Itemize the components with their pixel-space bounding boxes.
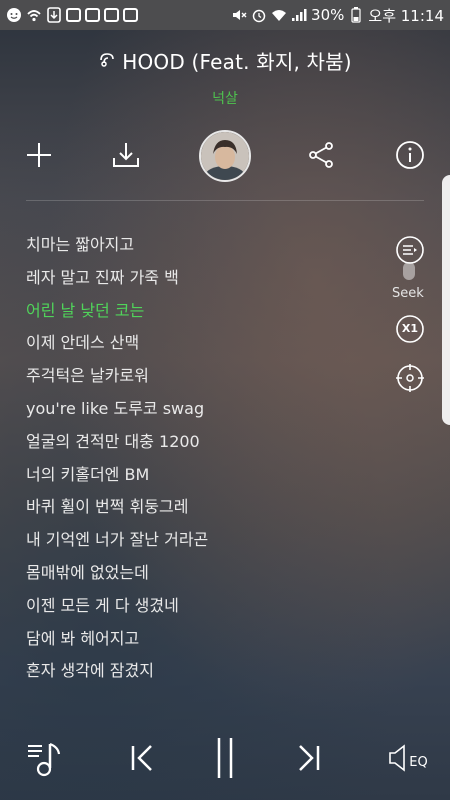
lyric-line-current[interactable]: 어린 날 낮던 코는 — [26, 298, 386, 331]
equalizer-button[interactable]: EQ — [384, 730, 432, 790]
seek-label: Seek — [392, 286, 424, 301]
lyric-line[interactable]: 얼굴의 견적만 대충 1200 — [26, 429, 386, 462]
lyric-line[interactable]: 몸매밖에 없었는데 — [26, 560, 386, 593]
playlist-music-icon — [25, 738, 63, 782]
add-icon — [25, 141, 53, 173]
baby-face-icon — [6, 7, 22, 23]
speed-button[interactable]: X1 — [394, 313, 426, 345]
artist-avatar[interactable] — [199, 130, 251, 182]
header-divider — [26, 200, 424, 201]
download-notify-icon — [46, 7, 62, 23]
music-note-icon — [98, 49, 116, 73]
lyric-line[interactable]: 치마는 짧아지고 — [26, 232, 386, 265]
speed-label: X1 — [401, 322, 419, 335]
mute-icon — [231, 7, 247, 23]
share-icon — [307, 141, 335, 173]
lyric-line[interactable]: 혼자 생각에 잠겼지 — [26, 658, 386, 691]
lyric-line[interactable]: 담에 봐 헤어지고 — [26, 626, 386, 659]
pause-button[interactable] — [203, 730, 247, 790]
playback-controls: EQ — [0, 730, 450, 790]
add-button[interactable] — [14, 132, 64, 182]
battery-percent: 30% — [311, 6, 345, 24]
signal-icon — [291, 7, 307, 23]
app-notify-icon — [104, 8, 119, 22]
lyric-line[interactable]: 이젠 모든 게 다 생겼네 — [26, 593, 386, 626]
next-button[interactable] — [287, 730, 331, 790]
eq-label: EQ — [409, 754, 428, 770]
app-notify-icon — [123, 8, 138, 22]
info-button[interactable] — [385, 132, 435, 182]
playlist-button[interactable] — [22, 730, 66, 790]
pause-icon — [212, 736, 238, 784]
battery-icon — [348, 7, 364, 23]
lyric-line[interactable]: 바퀴 휠이 번쩍 휘둥그레 — [26, 494, 386, 527]
wifi-icon — [271, 7, 287, 23]
app-notify-icon — [66, 8, 81, 22]
lyric-line[interactable]: 레자 말고 진짜 가죽 백 — [26, 265, 386, 298]
crosshair-icon — [395, 363, 425, 397]
wifi-call-icon — [26, 7, 42, 23]
info-icon — [395, 140, 425, 174]
speaker-icon — [388, 743, 408, 777]
status-time: 오후 11:14 — [368, 6, 444, 25]
next-icon — [294, 743, 324, 777]
status-right: 30% 오후 11:14 — [231, 5, 444, 26]
lyric-line[interactable]: 내 기억엔 너가 잘난 거라곤 — [26, 527, 386, 560]
now-playing-header: HOOD (Feat. 화지, 차붐) — [0, 46, 450, 75]
lyrics-list[interactable]: 치마는 짧아지고 레자 말고 진짜 가죽 백 어린 날 낮던 코는 이제 안데스… — [26, 232, 386, 691]
song-title-text: HOOD (Feat. 화지, 차붐) — [122, 50, 352, 74]
download-icon — [111, 140, 141, 174]
previous-icon — [127, 743, 157, 777]
status-bar: 30% 오후 11:14 — [0, 0, 450, 30]
lyric-line[interactable]: 너의 키홀더엔 BM — [26, 462, 386, 495]
song-title: HOOD (Feat. 화지, 차붐) — [98, 46, 352, 75]
previous-button[interactable] — [120, 730, 164, 790]
artist-name[interactable]: 넉살 — [0, 88, 450, 108]
edge-panel-handle[interactable] — [442, 175, 450, 425]
seek-slider[interactable] — [403, 262, 415, 280]
lyric-line[interactable]: 이제 안데스 산맥 — [26, 330, 386, 363]
share-button[interactable] — [296, 132, 346, 182]
app-notify-icon — [85, 8, 100, 22]
download-button[interactable] — [101, 132, 151, 182]
status-left — [6, 7, 138, 23]
lyric-line[interactable]: you're like 도루코 swag — [26, 396, 386, 429]
locate-current-button[interactable] — [394, 364, 426, 396]
lyric-line[interactable]: 주걱턱은 날카로워 — [26, 363, 386, 396]
alarm-icon — [251, 7, 267, 23]
